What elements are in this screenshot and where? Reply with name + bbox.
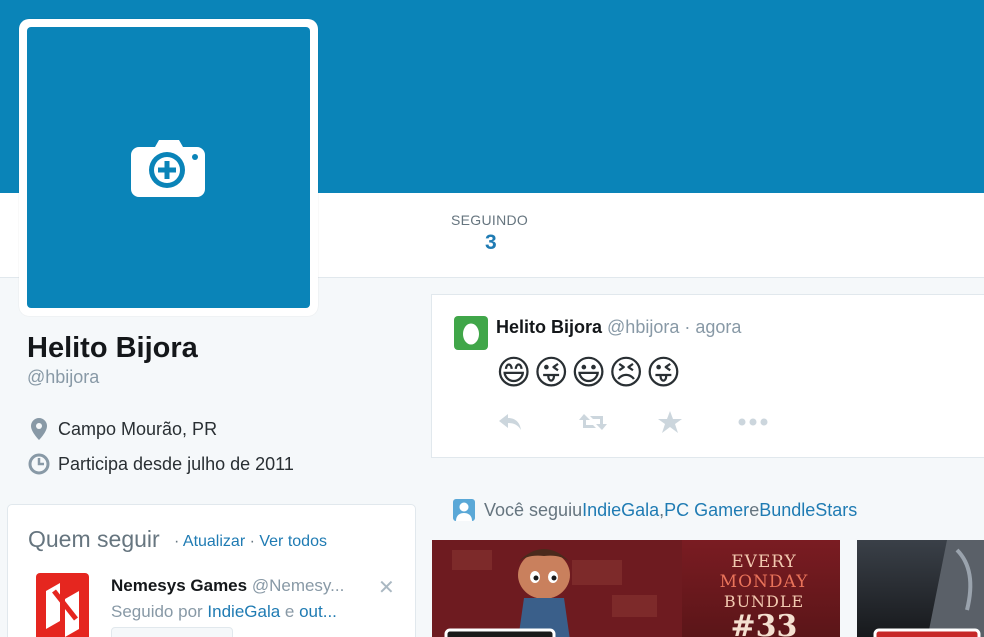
separator: · (245, 533, 260, 550)
favorite-button[interactable] (658, 409, 738, 435)
suggestion-handle: @Nemesy... (251, 576, 345, 595)
tweet-card: Helito Bijora @hbijora · agora 😄😜😃😣😜 (431, 294, 984, 458)
followed-by-others-link[interactable]: out... (299, 602, 337, 621)
suggestion-name-row: Nemesys Games @Nemesy... (111, 576, 344, 596)
suggestion-name[interactable]: Nemesys Games (111, 576, 247, 595)
notice-link-indiegala[interactable]: IndieGala (582, 500, 659, 521)
followed-by-link[interactable]: IndieGala (207, 602, 280, 621)
tweet-author-handle: @hbijora (607, 317, 680, 337)
notice-link-bundlestars[interactable]: BundleStars (759, 500, 857, 521)
profile-avatar-upload[interactable] (27, 27, 310, 308)
reply-button[interactable] (498, 409, 578, 435)
game-character-illustration (432, 540, 682, 637)
retweet-icon (579, 414, 607, 430)
tweet-author-name[interactable]: Helito Bijora (496, 317, 602, 337)
who-to-follow-title: Quem seguir (28, 526, 160, 552)
promo-line-2: MONDAY (719, 572, 809, 592)
more-button[interactable] (738, 409, 818, 435)
follow-button[interactable] (111, 627, 233, 637)
tweet-text: 😄😜😃😣😜 (496, 353, 684, 393)
notice-and: e (749, 499, 760, 520)
refresh-link[interactable]: Atualizar (183, 533, 245, 550)
profile-name: Helito Bijora (27, 332, 198, 364)
notice-prefix: Você seguiu (484, 499, 583, 520)
following-stat[interactable]: SEGUINDO 3 (451, 212, 551, 255)
reply-icon (499, 414, 521, 430)
tweet-header: Helito Bijora @hbijora · agora (496, 317, 741, 338)
second-promo-card[interactable] (857, 540, 984, 637)
followed-by-and: e (280, 602, 300, 621)
view-all-link[interactable]: Ver todos (259, 533, 327, 550)
camera-plus-icon (130, 139, 205, 197)
close-icon[interactable]: ✕ (378, 575, 395, 600)
promo-line-1: EVERY (731, 552, 797, 572)
profile-join-date: Participa desde julho de 2011 (27, 452, 294, 476)
who-to-follow-links: · Atualizar · Ver todos (174, 533, 327, 551)
following-count: 3 (485, 231, 497, 254)
profile-avatar-frame (19, 19, 318, 316)
promo-text: EVERY MONDAY BUNDLE #33 (694, 552, 834, 637)
promo-line-4: #33 (730, 609, 798, 637)
notice-link-pcgamer[interactable]: PC Gamer (664, 500, 749, 521)
map-pin-icon (27, 417, 51, 441)
clock-icon (27, 452, 51, 476)
tweet-actions (498, 409, 818, 435)
retweet-button[interactable] (578, 409, 658, 435)
egg-avatar-icon (463, 323, 479, 345)
profile-location-text: Campo Mourão, PR (58, 418, 218, 439)
promo-image-illustration (873, 540, 984, 637)
profile-join-text: Participa desde julho de 2011 (58, 453, 294, 474)
suggestion-avatar[interactable] (36, 573, 89, 637)
follow-notice: Você seguiu IndieGala, PC Gamer e Bundle… (453, 499, 857, 521)
profile-handle: @hbijora (27, 367, 100, 387)
profile-location: Campo Mourão, PR (27, 417, 217, 441)
tweet-avatar[interactable] (454, 316, 488, 350)
star-icon (658, 411, 682, 433)
who-to-follow-card: Quem seguir · Atualizar · Ver todos Neme… (7, 504, 416, 637)
more-icon (738, 418, 768, 426)
suggestion-followed-by: Seguido por IndieGala e out... (111, 602, 337, 622)
tweet-separator: · (679, 317, 696, 337)
separator: · (174, 533, 183, 550)
indiegala-promo-card[interactable]: EVERY MONDAY BUNDLE #33 (432, 540, 840, 637)
tweet-timestamp[interactable]: agora (695, 317, 741, 337)
following-label: SEGUINDO (451, 212, 529, 228)
followed-by-prefix: Seguido por (111, 602, 208, 621)
person-icon (453, 499, 475, 521)
nemesys-logo-icon (36, 573, 89, 637)
